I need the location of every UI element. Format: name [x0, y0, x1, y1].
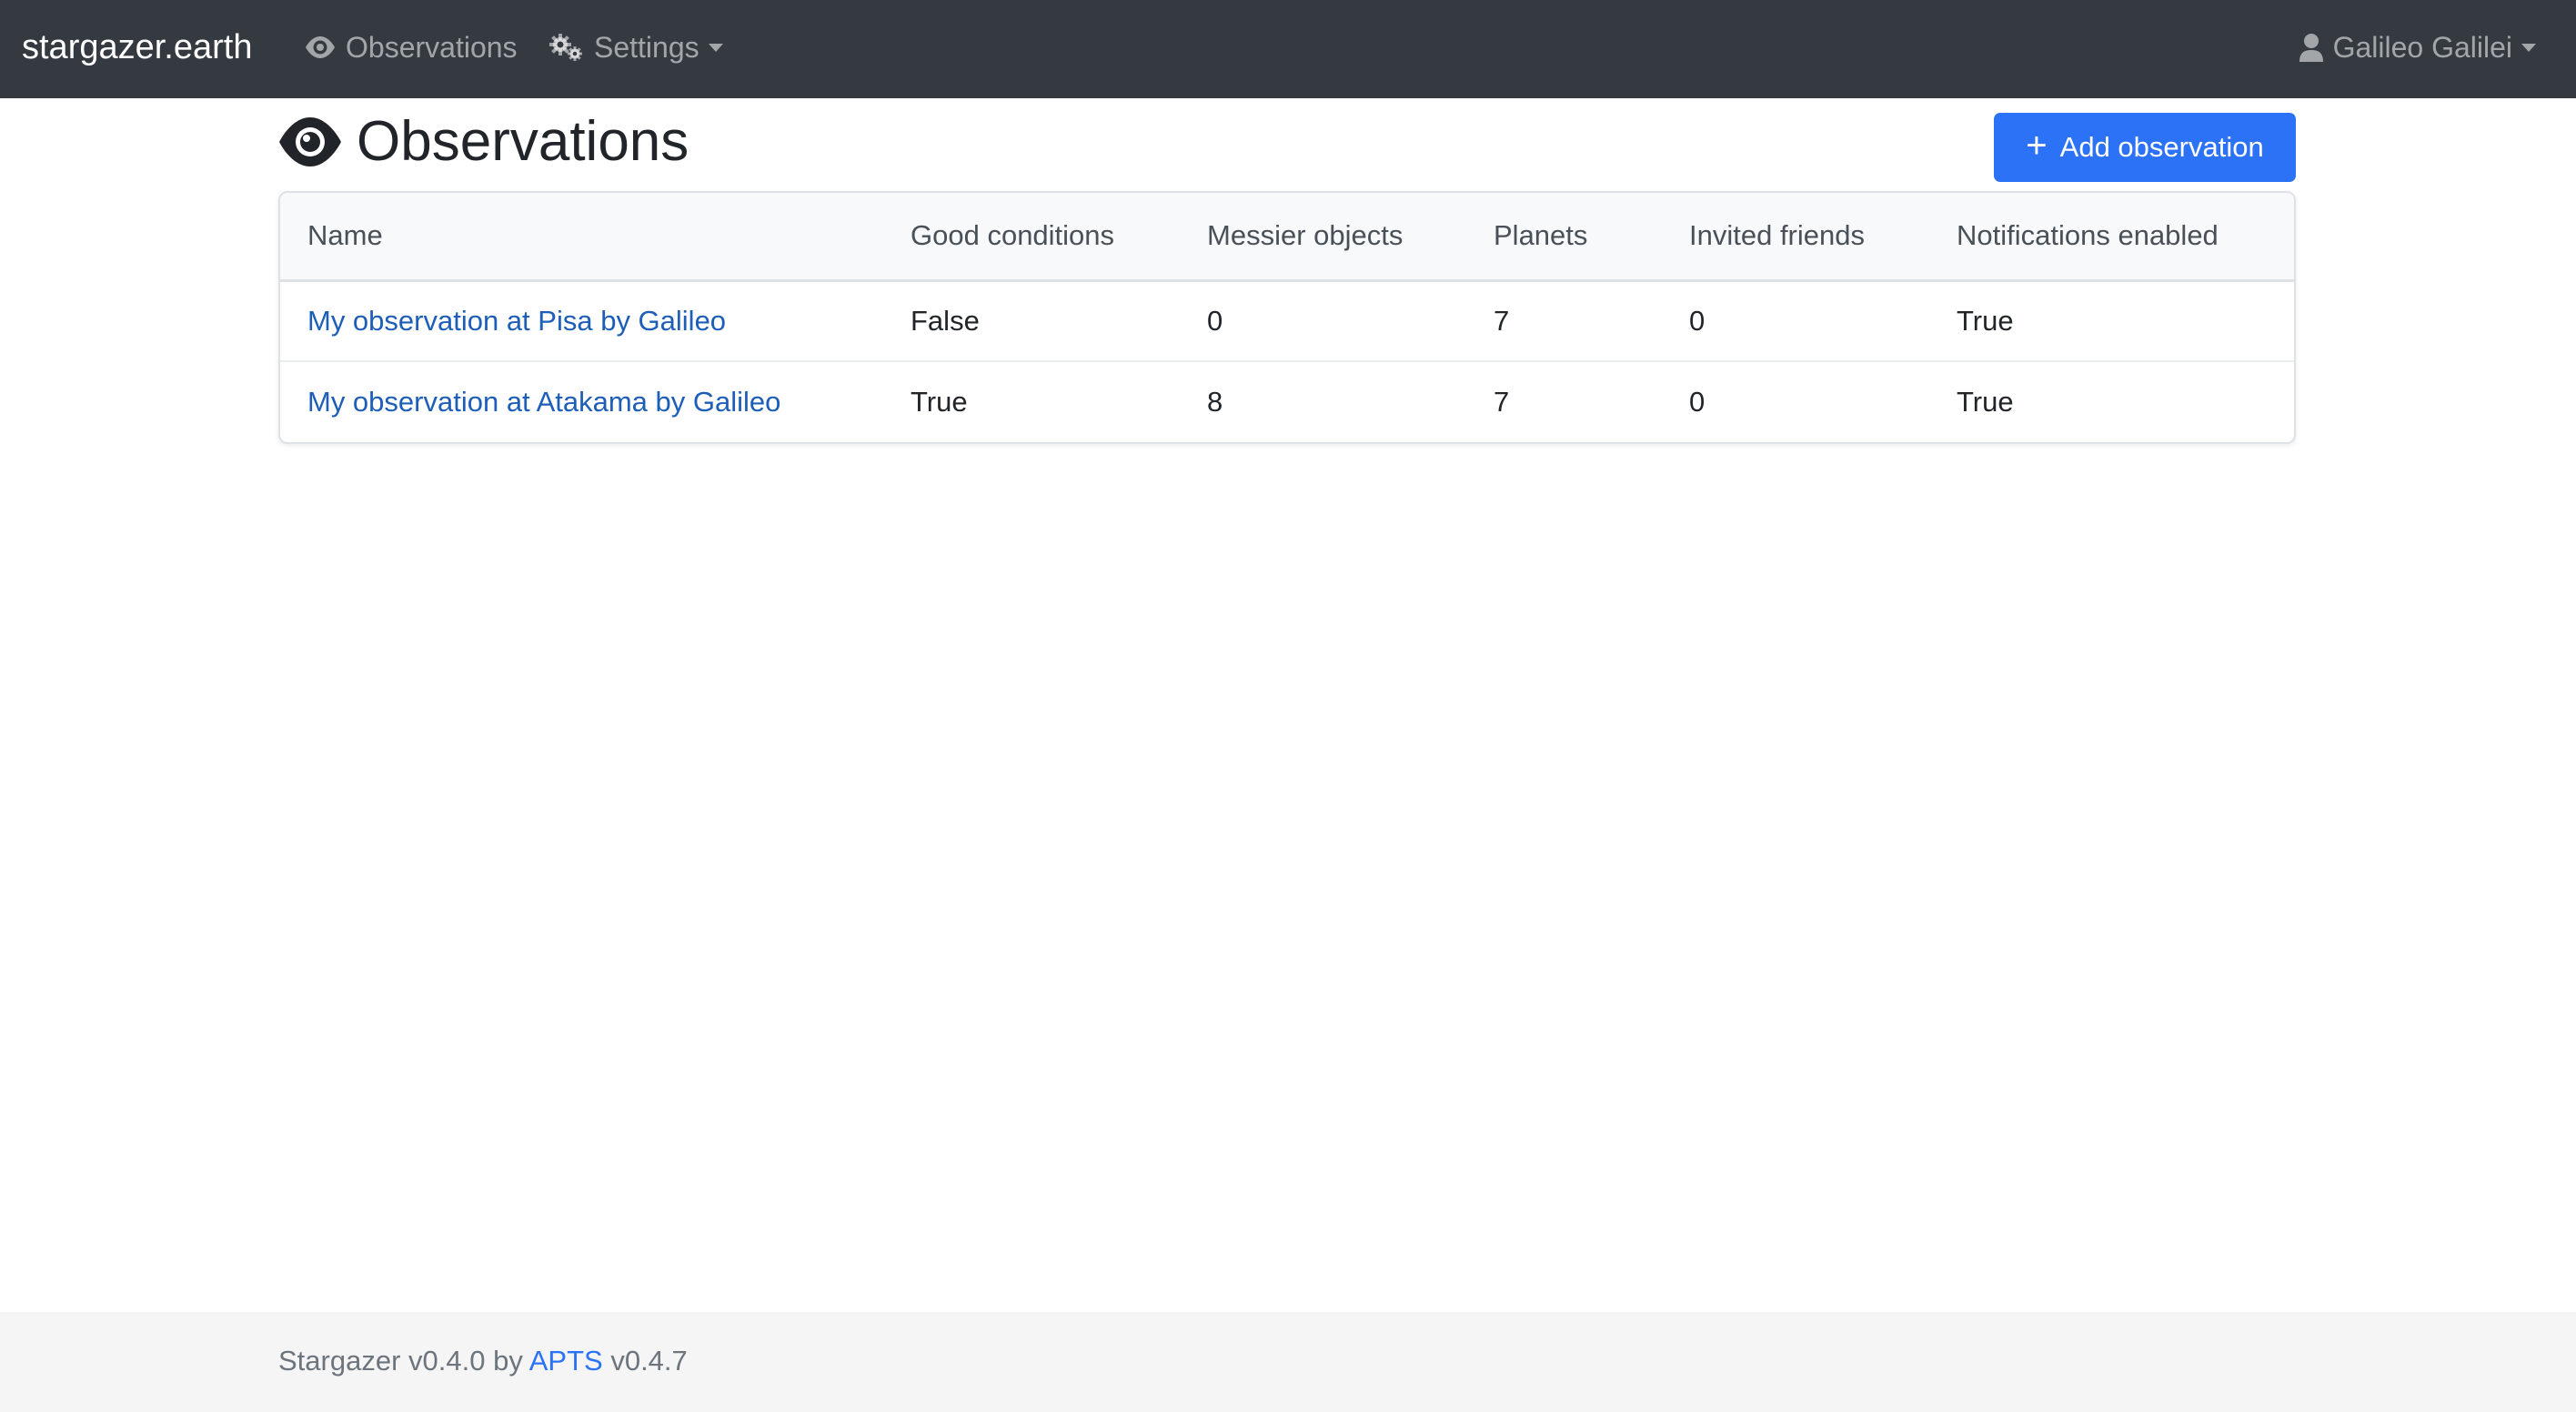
- column-header-messier-objects: Messier objects: [1207, 219, 1404, 252]
- brand-link[interactable]: stargazer.earth: [22, 24, 252, 71]
- cell-notifications-enabled: True: [1957, 386, 2014, 418]
- table-row: My observation at Pisa by Galileo False …: [280, 280, 2294, 361]
- add-observation-label: Add observation: [2059, 131, 2264, 163]
- observation-link[interactable]: My observation at Atakama by Galileo: [307, 386, 780, 418]
- nav-observations-label: Observations: [346, 30, 518, 64]
- table-row: My observation at Atakama by Galileo Tru…: [280, 361, 2294, 442]
- footer-text: Stargazer v0.4.0 by APTS v0.4.7: [278, 1345, 688, 1377]
- observation-link[interactable]: My observation at Pisa by Galileo: [307, 305, 726, 337]
- column-header-name: Name: [307, 219, 383, 252]
- gears-icon: [548, 33, 585, 62]
- plus-icon: +: [2026, 126, 2048, 166]
- footer-apts-link[interactable]: APTS: [529, 1345, 603, 1377]
- cell-invited-friends: 0: [1689, 304, 1706, 337]
- nav-settings-label: Settings: [594, 30, 699, 64]
- eye-icon: [304, 35, 337, 60]
- cell-good-conditions: False: [911, 304, 980, 337]
- footer-prefix: Stargazer v0.4.0 by: [278, 1345, 523, 1377]
- eye-icon: [277, 114, 344, 170]
- cell-messier-objects: 0: [1207, 304, 1223, 337]
- column-header-good-conditions: Good conditions: [911, 219, 1115, 252]
- cell-messier-objects: 8: [1207, 386, 1223, 418]
- cell-name: My observation at Pisa by Galileo: [280, 280, 883, 361]
- cell-notifications-enabled: True: [1957, 304, 2014, 337]
- add-observation-button[interactable]: + Add observation: [1994, 113, 2296, 182]
- page-title-text: Observations: [357, 110, 689, 173]
- cell-invited-friends: 0: [1689, 386, 1706, 418]
- observations-table: Name Good conditions Messier objects Pla…: [278, 191, 2296, 444]
- column-header-planets: Planets: [1494, 219, 1588, 252]
- cell-good-conditions: True: [911, 386, 968, 418]
- footer-suffix: v0.4.7: [610, 1345, 688, 1377]
- page-footer: Stargazer v0.4.0 by APTS v0.4.7: [0, 1312, 2576, 1412]
- top-navbar: stargazer.earth Observations Settings Ga…: [0, 0, 2576, 98]
- column-header-invited-friends: Invited friends: [1689, 219, 1865, 252]
- nav-user-label: Galileo Galilei: [2332, 30, 2512, 64]
- page-title: Observations: [277, 109, 689, 175]
- nav-settings-dropdown[interactable]: Settings: [548, 27, 723, 67]
- chevron-down-icon: [2521, 43, 2536, 52]
- user-icon: [2299, 33, 2324, 62]
- chevron-down-icon: [708, 43, 723, 52]
- column-header-notifications-enabled: Notifications enabled: [1957, 219, 2219, 252]
- table-header-row: Name Good conditions Messier objects Pla…: [280, 193, 2294, 280]
- cell-planets: 7: [1494, 304, 1510, 337]
- nav-observations[interactable]: Observations: [304, 27, 518, 67]
- nav-user-dropdown[interactable]: Galileo Galilei: [2299, 27, 2536, 67]
- cell-name: My observation at Atakama by Galileo: [280, 361, 883, 442]
- cell-planets: 7: [1494, 386, 1510, 418]
